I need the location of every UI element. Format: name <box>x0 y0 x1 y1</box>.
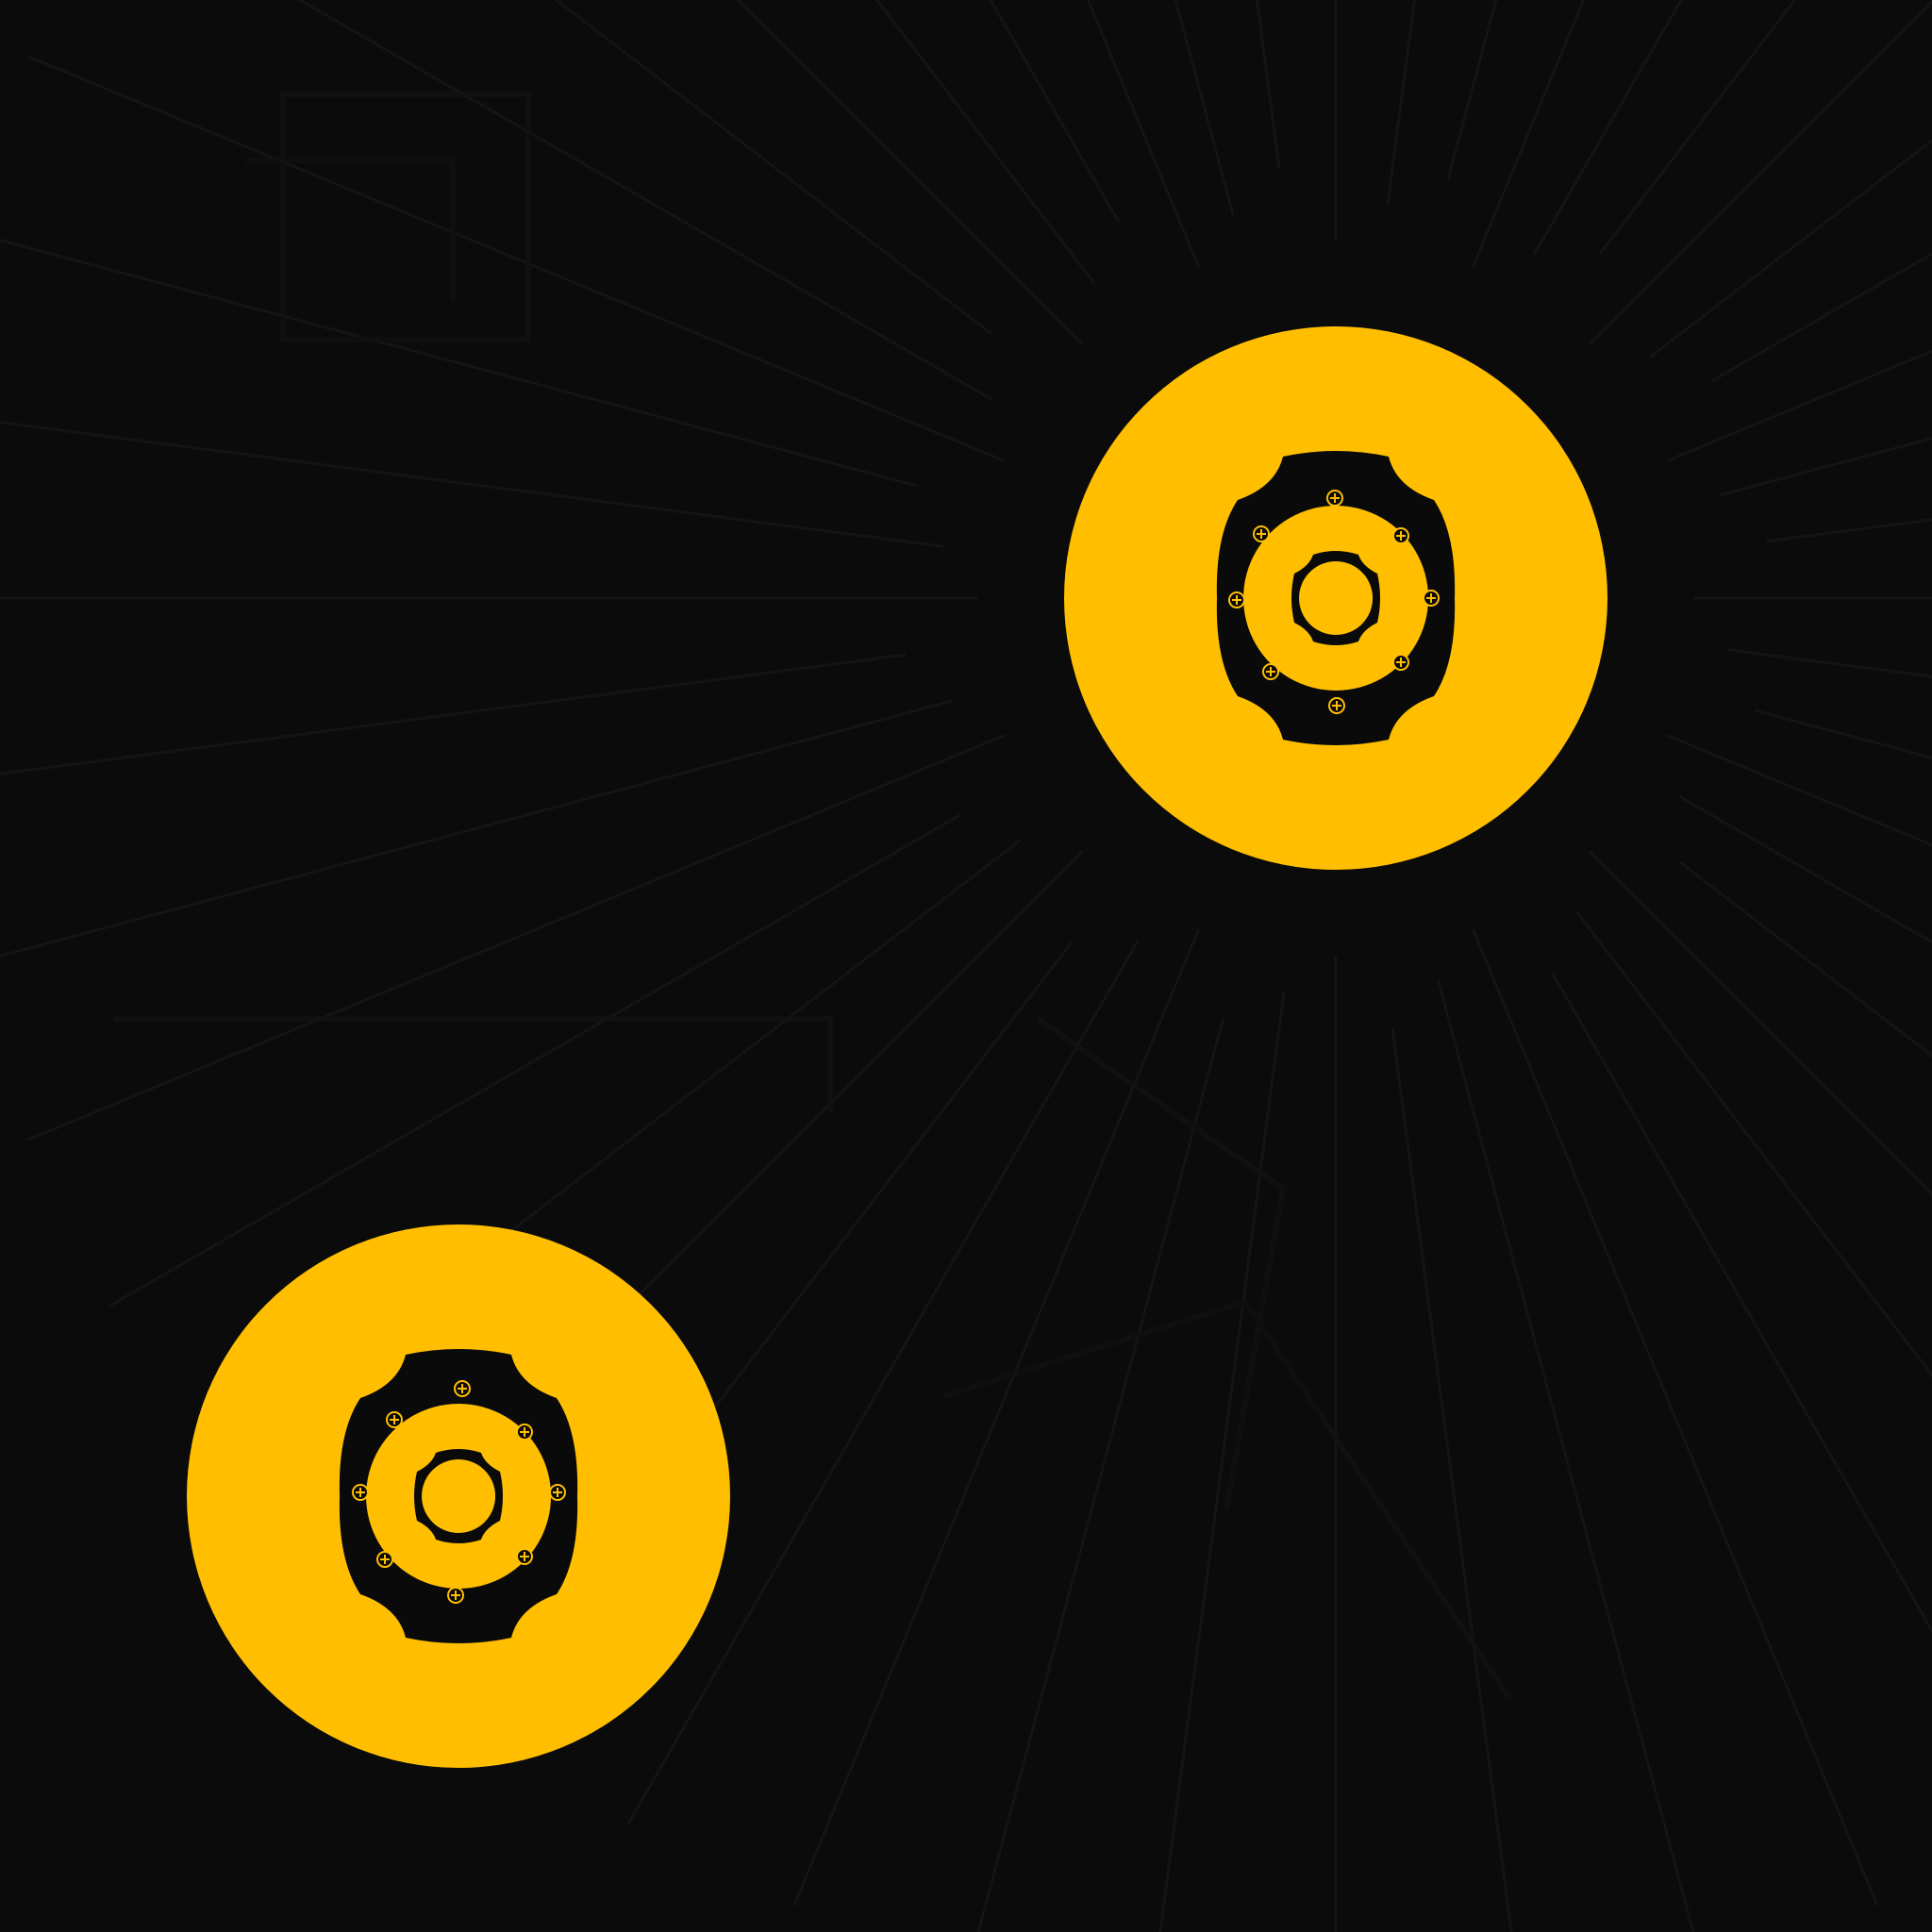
wheel-hub-icon <box>187 1224 730 1768</box>
canvas <box>0 0 1932 1932</box>
wheel-hub-emblem-top <box>1064 326 1607 870</box>
wheel-hub-icon <box>1064 326 1607 870</box>
wheel-hub-emblem-bottom <box>187 1224 730 1768</box>
